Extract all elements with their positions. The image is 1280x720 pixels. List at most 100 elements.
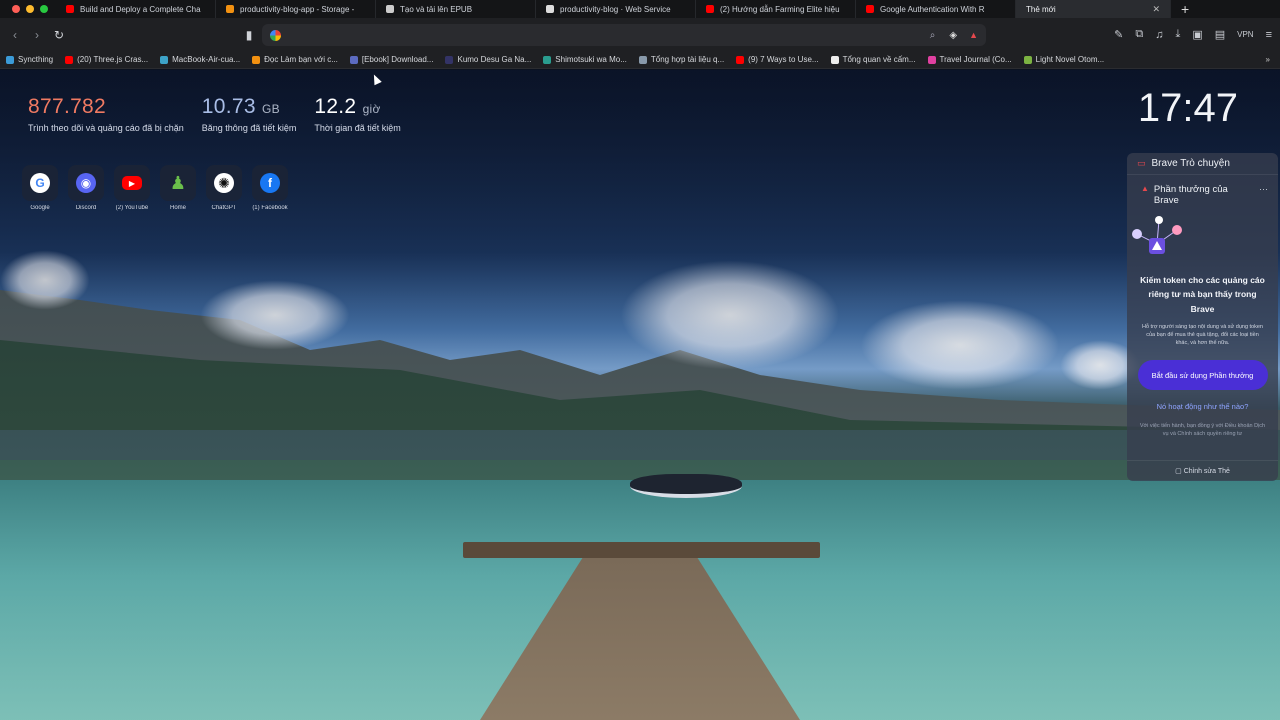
bookmark-11[interactable]: Light Novel Otom...	[1018, 55, 1110, 64]
rewards-headline: Kiếm token cho các quảng cáo riêng tư mà…	[1140, 275, 1265, 314]
edit-cards-button[interactable]: ▢ Chỉnh sửa Thẻ	[1127, 460, 1278, 475]
tab-label: Thẻ mới	[1026, 4, 1056, 14]
tab-label: productivity-blog-app - Storage -	[240, 4, 355, 14]
top-site-youtube[interactable]: ▶ (2) YouTube	[114, 165, 150, 211]
brave-talk-header[interactable]: ▭ Brave Trò chuyện	[1127, 153, 1278, 175]
search-icon[interactable]: ⌕	[930, 30, 936, 41]
tab-3[interactable]: productivity-blog · Web Service	[536, 0, 696, 18]
bookmark-3[interactable]: Đọc Làm bạn với c...	[246, 55, 344, 64]
tab-4[interactable]: (2) Hướng dẫn Farming Elite hiệu	[696, 0, 856, 18]
youtube-icon	[66, 5, 74, 13]
tab-5[interactable]: Google Authentication With R	[856, 0, 1016, 18]
rewards-title: Phần thưởng của Brave	[1153, 184, 1228, 206]
tab-strip: Build and Deploy a Complete Cha producti…	[0, 0, 1280, 18]
bookmark-label: [Ebook] Download...	[361, 55, 434, 64]
figma-icon	[927, 55, 936, 64]
tab-label: (2) Hướng dẫn Farming Elite hiệu	[720, 4, 840, 14]
bookmark-icon[interactable]: ▮	[238, 28, 260, 42]
start-rewards-button[interactable]: Bắt đầu sử dụng Phần thưởng	[1137, 360, 1268, 391]
reload-button[interactable]: ↻	[48, 28, 70, 42]
tab-label: Build and Deploy a Complete Cha	[80, 4, 201, 14]
s-icon	[349, 55, 358, 64]
tab-label: Tạo và tải lên EPUB	[400, 4, 473, 14]
site-icon	[638, 55, 647, 64]
bookmark-10[interactable]: Travel Journal (Co...	[922, 55, 1018, 64]
brave-talk-title: Brave Trò chuyện	[1151, 158, 1230, 169]
bookmark-0[interactable]: Syncthing	[0, 55, 59, 64]
top-site-discord[interactable]: ◉ Discord	[68, 165, 104, 211]
google-icon	[270, 29, 281, 41]
site-icon	[1023, 55, 1032, 64]
bookmark-5[interactable]: Kumo Desu Ga Na...	[439, 55, 537, 64]
media-icon[interactable]: ♫	[1155, 29, 1163, 41]
bookmark-8[interactable]: (9) 7 Ways to Use...	[730, 55, 824, 64]
wallet-icon[interactable]: ▤	[1215, 28, 1225, 41]
clock: 17:47	[1137, 86, 1238, 130]
bandwidth-label: Băng thông đã tiết kiệm	[201, 123, 297, 133]
bookmark-1[interactable]: (20) Three.js Cras...	[59, 55, 154, 64]
close-tab-icon[interactable]: ✕	[1152, 4, 1160, 15]
bookmark-4[interactable]: [Ebook] Download...	[344, 55, 440, 64]
site-icon	[445, 55, 454, 64]
url-input[interactable]	[289, 29, 889, 41]
brave-widget-panel: ▭ Brave Trò chuyện ▲ Phần thưởng của Bra…	[1127, 153, 1278, 481]
address-bar[interactable]: ⌕ ◈ ▲	[262, 24, 986, 46]
new-tab-button[interactable]: +	[1171, 1, 1199, 17]
rewards-description: Hỗ trợ người sáng tạo nội dung và sử dụn…	[1142, 324, 1263, 347]
more-options-icon[interactable]: ···	[1259, 184, 1268, 194]
downloads-icon[interactable]: ⤓	[1175, 28, 1180, 41]
top-site-google[interactable]: G Google	[22, 165, 58, 211]
top-site-label: Home	[169, 205, 186, 211]
bookmark-7[interactable]: Tổng hợp tài liệu q...	[633, 55, 730, 64]
bookmark-label: Đọc Làm bạn với c...	[264, 55, 338, 64]
brave-rewards-icon: ▲	[1141, 184, 1149, 193]
site-icon	[543, 55, 552, 64]
chatgpt-icon	[386, 5, 394, 13]
bookmark-label: Light Novel Otom...	[1035, 55, 1105, 64]
tab-0[interactable]: Build and Deploy a Complete Cha	[56, 0, 216, 18]
close-window-button[interactable]	[12, 5, 20, 13]
tab-1[interactable]: productivity-blog-app - Storage -	[216, 0, 376, 18]
bookmark-label: Syncthing	[18, 55, 54, 64]
bookmark-9[interactable]: Tổng quan về cấm...	[825, 55, 922, 64]
bookmark-6[interactable]: Shimotsuki wa Mo...	[537, 55, 633, 64]
chess-pawn-icon: ♟	[169, 172, 187, 193]
window-controls	[0, 5, 56, 13]
bookmark-label: (20) Three.js Cras...	[77, 55, 149, 64]
syncthing-icon	[6, 55, 14, 64]
vpn-button[interactable]: VPN	[1237, 30, 1253, 39]
brave-rewards-icon[interactable]: ▲	[969, 30, 978, 40]
trackers-value: 877.782	[28, 95, 107, 118]
bookmarks-overflow-icon[interactable]: »	[1266, 55, 1280, 64]
bookmark-2[interactable]: MacBook-Air-cua...	[154, 55, 246, 64]
top-site-label: ChatGPT	[211, 205, 237, 211]
top-site-chatgpt[interactable]: ✺ ChatGPT	[206, 165, 242, 211]
chatgpt-icon: ✺	[214, 173, 234, 193]
top-site-home[interactable]: ♟ Home	[160, 165, 196, 211]
terms-fine-print: Với việc tiến hành, bạn đồng ý với Điều …	[1139, 423, 1266, 437]
notion-icon	[830, 55, 839, 64]
trackers-label: Trình theo dõi và quảng cáo đã bị chặn	[28, 123, 184, 133]
top-site-facebook[interactable]: f (1) Facebook	[252, 165, 288, 211]
tab-2[interactable]: Tạo và tải lên EPUB	[376, 0, 536, 18]
edit-icon[interactable]: ✎	[1114, 28, 1123, 41]
forward-button[interactable]: ›	[26, 28, 48, 42]
maximize-window-button[interactable]	[40, 5, 48, 13]
edit-cards-icon: ▢	[1175, 468, 1182, 475]
youtube-icon	[866, 5, 874, 13]
facebook-icon: f	[260, 173, 280, 193]
sidebar-icon[interactable]: ▣	[1192, 28, 1202, 41]
youtube-icon	[65, 55, 74, 64]
brave-shields-icon[interactable]: ◈	[949, 30, 957, 41]
extensions-icon[interactable]: ⧉	[1135, 28, 1143, 41]
menu-icon[interactable]: ≡	[1266, 29, 1272, 41]
tab-6-active[interactable]: Thẻ mới ✕	[1016, 0, 1171, 18]
bookmarks-bar: Syncthing (20) Three.js Cras... MacBook-…	[0, 51, 1280, 69]
bandwidth-stat: 10.73 GB Băng thông đã tiết kiệm	[202, 95, 297, 133]
top-site-label: Discord	[75, 205, 97, 211]
bandwidth-value: 10.73	[201, 95, 256, 118]
minimize-window-button[interactable]	[26, 5, 34, 13]
how-it-works-link[interactable]: Nó hoạt động như thế nào?	[1127, 402, 1278, 411]
back-button[interactable]: ‹	[4, 28, 26, 42]
tab-label: productivity-blog · Web Service	[560, 4, 671, 14]
